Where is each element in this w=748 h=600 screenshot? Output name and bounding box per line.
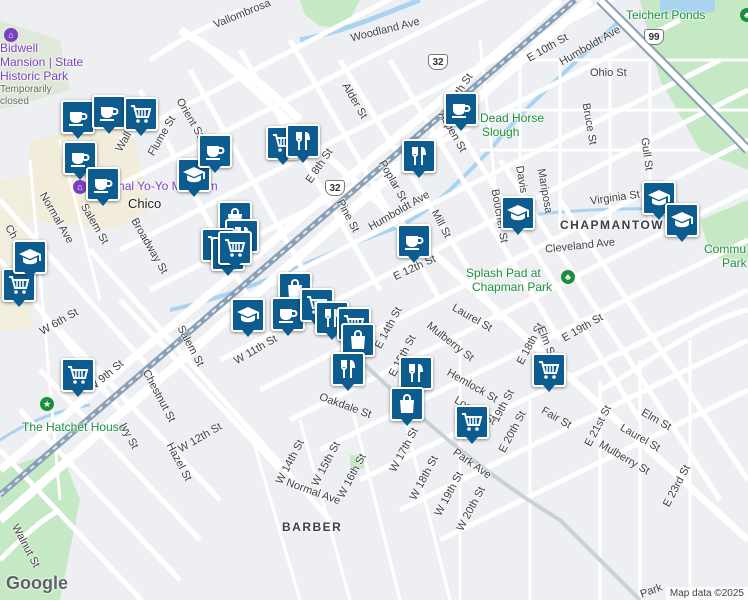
area-label-chapmantown: CHAPMANTOWN	[560, 218, 675, 232]
map-marker-restaurant[interactable]	[402, 139, 436, 178]
map-marker-shopping-cart[interactable]	[61, 358, 95, 397]
map-marker-cafe[interactable]	[92, 95, 126, 134]
map-marker-cafe[interactable]	[86, 167, 120, 206]
place-label-temporarily: Temporarily	[0, 84, 52, 95]
restaurant-icon	[404, 361, 428, 385]
cafe-icon	[276, 302, 300, 326]
graduation-cap-icon	[506, 201, 530, 225]
place-label-chapman-park[interactable]: Chapman Park	[472, 281, 552, 293]
place-label-park[interactable]: Park	[722, 257, 747, 269]
place-label-historic-park[interactable]: Historic Park	[0, 70, 68, 82]
shopping-cart-icon	[537, 358, 561, 382]
park-pin-icon[interactable]: ♣	[740, 8, 748, 22]
map-base-layer	[0, 0, 748, 600]
place-label-chico: Chico	[128, 196, 162, 211]
street-label: Ohio St	[590, 67, 627, 79]
museum-pin-icon[interactable]: ⌂	[73, 180, 87, 194]
place-label-splash-pad[interactable]: Splash Pad at	[466, 267, 541, 279]
shopping-cart-icon	[223, 236, 247, 260]
highway-99-shield: 99	[644, 29, 664, 45]
map-marker-cafe[interactable]	[444, 92, 478, 131]
shopping-cart-icon	[460, 410, 484, 434]
map-canvas[interactable]: 32 32 99 CHAPMANTOWN BARBER ♣ Teichert P…	[0, 0, 748, 600]
shopping-bag-icon	[395, 392, 419, 416]
restaurant-icon	[336, 357, 360, 381]
shopping-cart-icon	[129, 102, 153, 126]
place-label-bidwell-mansion[interactable]: Mansion | State	[0, 56, 83, 68]
map-marker-shopping-cart[interactable]	[124, 97, 158, 136]
map-marker-shopping-cart[interactable]	[455, 405, 489, 444]
museum-pin-icon[interactable]: ⌂	[4, 28, 18, 42]
place-label-community-park[interactable]: Commu	[704, 243, 746, 255]
map-marker-graduation-cap[interactable]	[231, 298, 265, 337]
cafe-icon	[203, 139, 227, 163]
map-marker-shopping-bag[interactable]	[390, 387, 424, 426]
highway-32-shield: 32	[325, 180, 345, 196]
cafe-icon	[66, 105, 90, 129]
place-label-closed: closed	[0, 96, 29, 107]
highway-32-shield: 32	[428, 54, 448, 70]
map-marker-restaurant[interactable]	[399, 356, 433, 395]
shopping-bag-icon	[346, 328, 370, 352]
map-marker-graduation-cap[interactable]	[665, 203, 699, 242]
place-label-dead-horse[interactable]: Dead Horse	[480, 112, 544, 124]
map-marker-restaurant[interactable]	[286, 124, 320, 163]
map-attribution[interactable]: Map data ©2025	[665, 587, 748, 600]
map-marker-shopping-cart[interactable]	[218, 231, 252, 270]
place-label-bidwell[interactable]: Bidwell	[0, 42, 38, 54]
map-marker-cafe[interactable]	[198, 134, 232, 173]
place-label-teichert-ponds[interactable]: Teichert Ponds	[626, 9, 705, 21]
cafe-icon	[97, 100, 121, 124]
map-marker-graduation-cap[interactable]	[13, 240, 47, 279]
map-marker-cafe[interactable]	[397, 224, 431, 263]
cafe-icon	[402, 229, 426, 253]
shopping-cart-icon	[66, 363, 90, 387]
map-marker-cafe[interactable]	[61, 100, 95, 139]
cafe-icon	[449, 97, 473, 121]
cafe-icon	[91, 172, 115, 196]
restaurant-icon	[407, 144, 431, 168]
restaurant-icon	[291, 129, 315, 153]
graduation-cap-icon	[18, 245, 42, 269]
graduation-cap-icon	[236, 303, 260, 327]
place-label-slough[interactable]: Slough	[482, 126, 519, 138]
park-pin-icon[interactable]: ♣	[561, 270, 575, 284]
graduation-cap-icon	[670, 208, 694, 232]
google-logo: Google	[6, 573, 68, 593]
attraction-pin-icon[interactable]: ★	[40, 397, 54, 411]
map-marker-restaurant[interactable]	[331, 352, 365, 391]
area-label-barber: BARBER	[282, 520, 343, 534]
place-label-hatchet-house[interactable]: The Hatchet House	[22, 421, 125, 433]
map-marker-shopping-cart[interactable]	[532, 353, 566, 392]
map-marker-graduation-cap[interactable]	[501, 196, 535, 235]
